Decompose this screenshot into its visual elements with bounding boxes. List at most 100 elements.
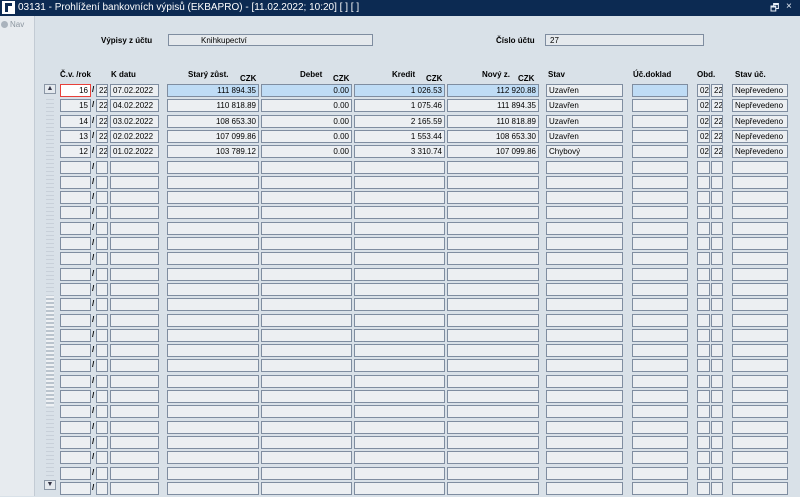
cell-debet[interactable] [261,405,352,418]
cell-datum[interactable] [110,467,159,480]
cell-stav[interactable] [546,237,623,250]
cell-stary[interactable] [167,161,259,174]
cell-cv[interactable]: 15 [60,99,91,112]
cell-datum[interactable] [110,191,159,204]
cell-debet[interactable] [261,451,352,464]
cell-rok[interactable] [96,252,108,265]
cell-obd2[interactable] [711,298,723,311]
empty-table-row[interactable]: / [0,344,800,359]
cell-novy[interactable] [447,405,539,418]
cell-debet[interactable] [261,161,352,174]
cell-ucdoklad[interactable] [632,237,688,250]
empty-table-row[interactable]: / [0,482,800,497]
table-row[interactable]: /14 22 03.02.2022 108 653.30 0.00 2 165.59 110… [0,115,800,130]
vypisy-field[interactable]: Knihkupectví [168,34,373,46]
cell-debet[interactable] [261,176,352,189]
cell-kredit[interactable] [354,252,445,265]
cell-stary[interactable] [167,436,259,449]
cell-ucdoklad[interactable] [632,191,688,204]
cell-debet[interactable] [261,298,352,311]
cell-novy[interactable] [447,252,539,265]
cell-rok[interactable] [96,161,108,174]
cell-cv[interactable] [60,329,91,342]
cell-cv[interactable]: 12 [60,145,91,158]
cell-datum[interactable] [110,237,159,250]
cell-kredit[interactable] [354,359,445,372]
cell-kredit[interactable]: 3 310.74 [354,145,445,158]
cell-cv[interactable] [60,359,91,372]
cell-ucdoklad[interactable] [632,359,688,372]
cell-novy[interactable] [447,421,539,434]
cell-cv[interactable] [60,375,91,388]
cell-stav-uc[interactable] [732,329,788,342]
cell-cv[interactable] [60,176,91,189]
cell-stav[interactable] [546,467,623,480]
cell-cv[interactable] [60,298,91,311]
empty-table-row[interactable]: / [0,222,800,237]
empty-table-row[interactable]: / [0,161,800,176]
cell-obd1[interactable]: 02 [697,145,710,158]
cell-debet[interactable] [261,283,352,296]
cell-obd2[interactable] [711,390,723,403]
cell-obd1[interactable] [697,176,710,189]
cell-datum[interactable] [110,405,159,418]
cell-rok[interactable] [96,206,108,219]
cell-cv[interactable] [60,206,91,219]
cell-ucdoklad[interactable] [632,176,688,189]
cell-kredit[interactable] [354,436,445,449]
cell-rok[interactable]: 22 [96,84,108,97]
cell-obd1[interactable] [697,375,710,388]
cell-stav-uc[interactable] [732,222,788,235]
cell-stary[interactable] [167,405,259,418]
cell-obd1[interactable] [697,314,710,327]
cell-stav[interactable] [546,344,623,357]
cell-stav-uc[interactable] [732,482,788,495]
cell-stav-uc[interactable]: Nepřevedeno [732,99,788,112]
empty-table-row[interactable]: / [0,176,800,191]
cell-stav[interactable] [546,451,623,464]
close-window-icon[interactable]: × [786,1,792,12]
cell-novy[interactable]: 107 099.86 [447,145,539,158]
cell-novy[interactable]: 111 894.35 [447,99,539,112]
cell-rok[interactable]: 22 [96,99,108,112]
cell-kredit[interactable] [354,405,445,418]
cell-kredit[interactable] [354,482,445,495]
cell-datum[interactable]: 04.02.2022 [110,99,159,112]
cell-stav-uc[interactable]: Nepřevedeno [732,84,788,97]
cell-debet[interactable]: 0.00 [261,115,352,128]
cell-obd2[interactable] [711,436,723,449]
cell-novy[interactable] [447,283,539,296]
cell-stary[interactable] [167,344,259,357]
cell-obd2[interactable] [711,222,723,235]
nav-button[interactable]: Nav [1,20,24,29]
cell-ucdoklad[interactable] [632,314,688,327]
cell-novy[interactable]: 108 653.30 [447,130,539,143]
cell-stary[interactable]: 111 894.35 [167,84,259,97]
cell-kredit[interactable]: 1 553.44 [354,130,445,143]
cell-rok[interactable]: 22 [96,145,108,158]
cell-stav-uc[interactable] [732,283,788,296]
cell-datum[interactable] [110,436,159,449]
cell-stav-uc[interactable] [732,375,788,388]
empty-table-row[interactable]: / [0,436,800,451]
cell-datum[interactable]: 07.02.2022 [110,84,159,97]
cell-ucdoklad[interactable] [632,390,688,403]
cell-novy[interactable] [447,390,539,403]
cell-obd1[interactable] [697,344,710,357]
cell-stav[interactable]: Uzavřen [546,84,623,97]
cell-rok[interactable]: 22 [96,115,108,128]
cell-obd1[interactable] [697,191,710,204]
cell-obd1[interactable] [697,161,710,174]
cell-datum[interactable] [110,161,159,174]
cell-obd1[interactable] [697,206,710,219]
cell-kredit[interactable] [354,375,445,388]
cell-rok[interactable] [96,375,108,388]
cell-cv[interactable] [60,283,91,296]
cell-stav-uc[interactable] [732,344,788,357]
empty-table-row[interactable]: / [0,252,800,267]
cell-rok[interactable] [96,222,108,235]
cell-rok[interactable] [96,436,108,449]
cell-kredit[interactable] [354,237,445,250]
cell-debet[interactable] [261,421,352,434]
cell-stary[interactable] [167,252,259,265]
